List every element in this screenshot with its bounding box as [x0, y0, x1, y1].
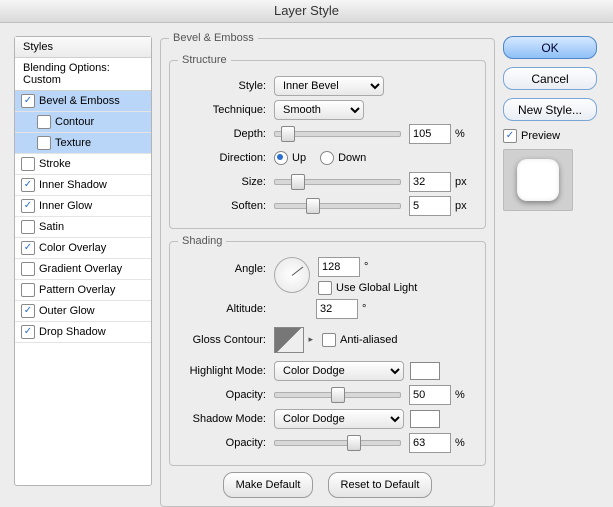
checkbox-icon[interactable]: [37, 136, 51, 150]
altitude-field[interactable]: [316, 299, 358, 319]
style-inner-shadow[interactable]: Inner Shadow: [15, 175, 151, 196]
checkbox-icon[interactable]: [21, 241, 35, 255]
style-gradient-overlay[interactable]: Gradient Overlay: [15, 259, 151, 280]
preview-checkbox[interactable]: [503, 129, 517, 143]
styles-list: Styles Blending Options: Custom Bevel & …: [14, 36, 152, 486]
shadow-opacity-field[interactable]: [409, 433, 451, 453]
shadow-opacity-slider[interactable]: [274, 440, 401, 446]
checkbox-icon[interactable]: [21, 157, 35, 171]
styles-header[interactable]: Styles: [15, 37, 151, 58]
ok-button[interactable]: OK: [503, 36, 597, 59]
direction-down-radio[interactable]: [320, 151, 334, 165]
style-outer-glow[interactable]: Outer Glow: [15, 301, 151, 322]
gloss-contour[interactable]: [274, 327, 304, 353]
depth-slider[interactable]: [274, 131, 401, 137]
technique-select[interactable]: Smooth: [274, 100, 364, 120]
highlight-opacity-field[interactable]: [409, 385, 451, 405]
style-bevel-emboss[interactable]: Bevel & Emboss: [15, 91, 151, 112]
angle-field[interactable]: [318, 257, 360, 277]
reset-default-button[interactable]: Reset to Default: [328, 472, 433, 498]
shadow-color[interactable]: [410, 410, 440, 428]
preview-thumbnail: [503, 149, 573, 211]
bevel-emboss-group: Bevel & Emboss Structure Style:Inner Bev…: [160, 32, 495, 507]
checkbox-icon[interactable]: [21, 283, 35, 297]
checkbox-icon[interactable]: [21, 178, 35, 192]
style-satin[interactable]: Satin: [15, 217, 151, 238]
checkbox-icon[interactable]: [21, 220, 35, 234]
highlight-mode-select[interactable]: Color Dodge: [274, 361, 404, 381]
highlight-opacity-slider[interactable]: [274, 392, 401, 398]
style-inner-glow[interactable]: Inner Glow: [15, 196, 151, 217]
direction-up-radio[interactable]: [274, 151, 288, 165]
style-texture[interactable]: Texture: [15, 133, 151, 154]
size-field[interactable]: [409, 172, 451, 192]
group-title: Bevel & Emboss: [169, 32, 258, 44]
blending-options[interactable]: Blending Options: Custom: [15, 58, 151, 91]
make-default-button[interactable]: Make Default: [223, 472, 314, 498]
style-stroke[interactable]: Stroke: [15, 154, 151, 175]
style-color-overlay[interactable]: Color Overlay: [15, 238, 151, 259]
checkbox-icon[interactable]: [37, 115, 51, 129]
highlight-color[interactable]: [410, 362, 440, 380]
soften-field[interactable]: [409, 196, 451, 216]
cancel-button[interactable]: Cancel: [503, 67, 597, 90]
new-style-button[interactable]: New Style...: [503, 98, 597, 121]
shadow-mode-select[interactable]: Color Dodge: [274, 409, 404, 429]
depth-field[interactable]: [409, 124, 451, 144]
angle-dial[interactable]: [274, 257, 310, 293]
style-pattern-overlay[interactable]: Pattern Overlay: [15, 280, 151, 301]
checkbox-icon[interactable]: [21, 199, 35, 213]
soften-slider[interactable]: [274, 203, 401, 209]
checkbox-icon[interactable]: [21, 94, 35, 108]
size-slider[interactable]: [274, 179, 401, 185]
style-select[interactable]: Inner Bevel: [274, 76, 384, 96]
checkbox-icon[interactable]: [21, 325, 35, 339]
dialog-title: Layer Style: [0, 0, 613, 23]
checkbox-icon[interactable]: [21, 304, 35, 318]
checkbox-icon[interactable]: [21, 262, 35, 276]
global-light-checkbox[interactable]: [318, 281, 332, 295]
shading-group: Shading Angle: ° Use Global Light Altitu…: [169, 235, 486, 466]
antialiased-checkbox[interactable]: [322, 333, 336, 347]
style-drop-shadow[interactable]: Drop Shadow: [15, 322, 151, 343]
structure-group: Structure Style:Inner Bevel Technique:Sm…: [169, 54, 486, 229]
style-contour[interactable]: Contour: [15, 112, 151, 133]
